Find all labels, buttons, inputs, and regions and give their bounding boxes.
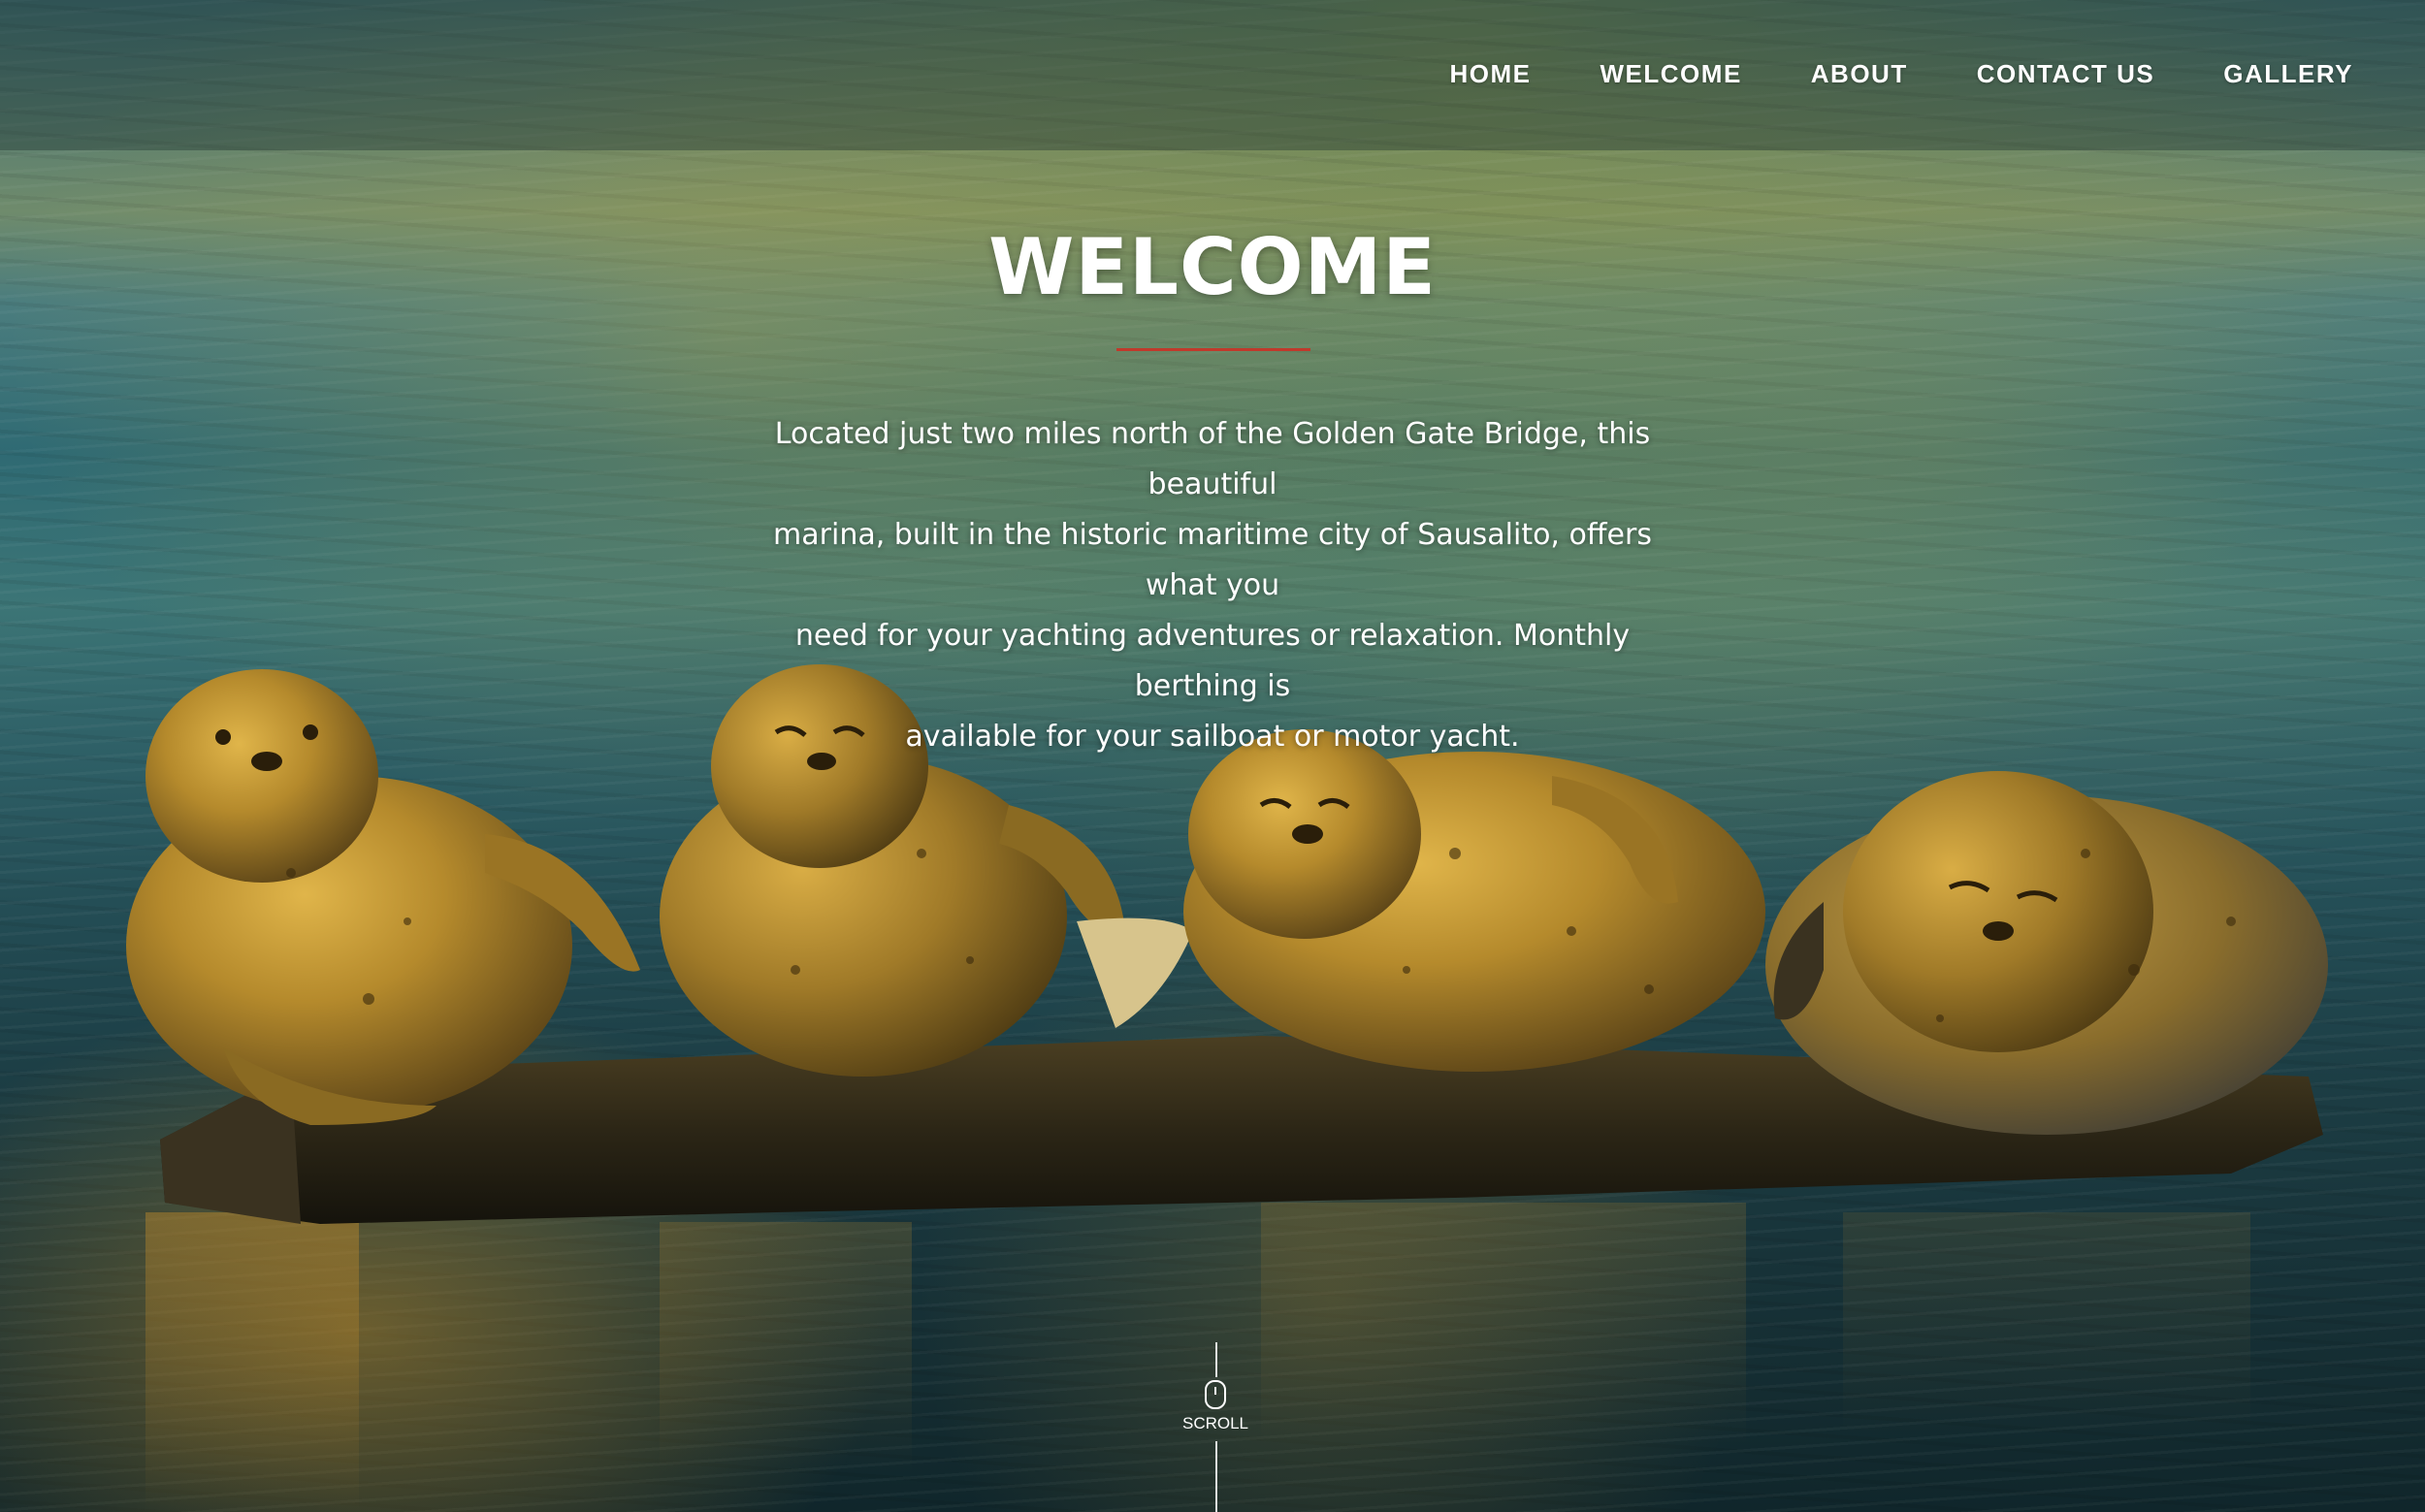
nav-item-home[interactable]: HOME — [1450, 56, 1532, 91]
scroll-label[interactable]: SCROLL — [1167, 1412, 1264, 1435]
intro-line: Located just two miles north of the Gold… — [774, 417, 1651, 501]
mouse-icon[interactable] — [1205, 1380, 1226, 1409]
intro-line: need for your yachting adventures or rel… — [794, 619, 1631, 703]
intro-line: available for your sailboat or motor yac… — [905, 720, 1520, 754]
nav-menu: HOME WELCOME ABOUT CONTACT US GALLERY — [1381, 56, 2353, 91]
top-navbar: HOME WELCOME ABOUT CONTACT US GALLERY — [0, 0, 2425, 150]
title-divider — [1116, 348, 1310, 351]
scroll-line-top — [1215, 1342, 1217, 1377]
nav-item-gallery[interactable]: GALLERY — [2223, 56, 2353, 91]
nav-item-contact-us[interactable]: CONTACT US — [1977, 56, 2155, 91]
nav-item-about[interactable]: ABOUT — [1811, 56, 1908, 91]
intro-line: marina, built in the historic maritime c… — [773, 518, 1652, 602]
intro-paragraph: Located just two miles north of the Gold… — [747, 409, 1678, 762]
hero-section: HOME WELCOME ABOUT CONTACT US GALLERY WE… — [0, 0, 2425, 1512]
scroll-line-bottom — [1215, 1441, 1217, 1512]
nav-item-welcome[interactable]: WELCOME — [1600, 56, 1742, 91]
page-title: WELCOME — [988, 222, 1437, 312]
